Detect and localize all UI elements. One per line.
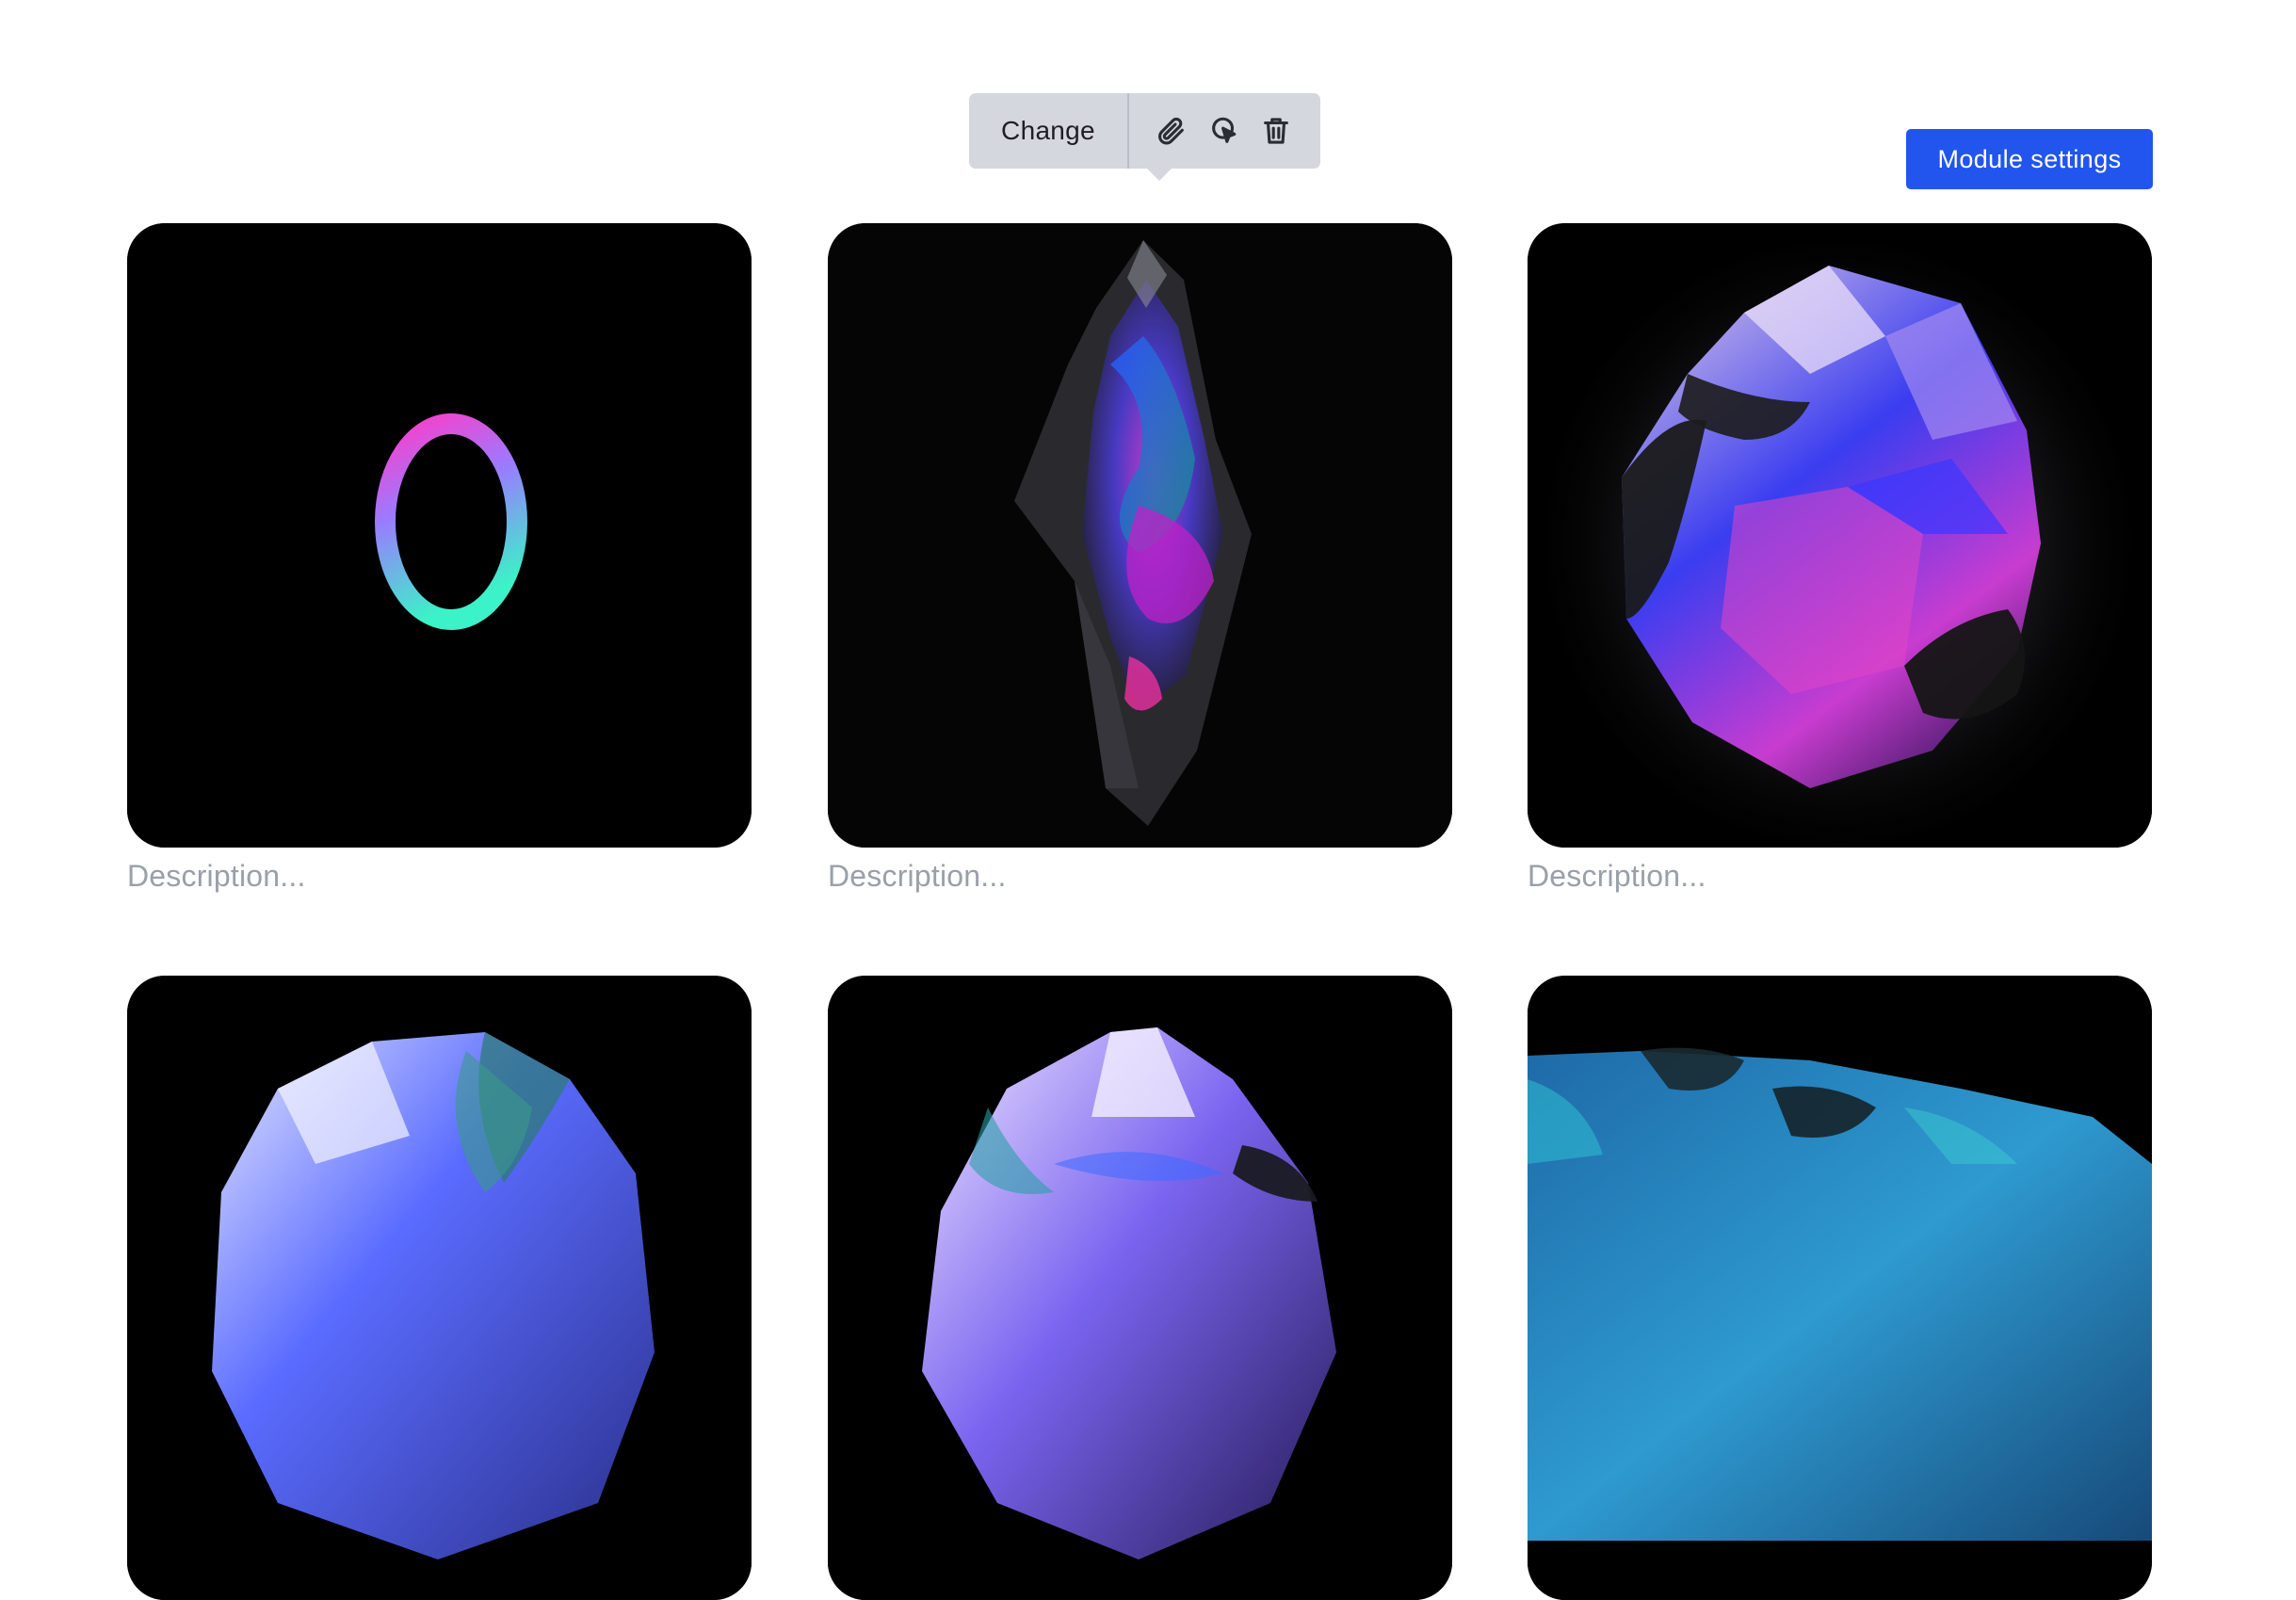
elongated-crystal-image[interactable] — [828, 223, 1452, 848]
description-input[interactable]: Description... — [127, 855, 752, 897]
module-settings-button[interactable]: Module settings — [1906, 129, 2153, 189]
toolbar-icon-group — [1129, 114, 1320, 148]
gallery-card — [127, 976, 752, 1600]
image-toolbar: Change — [969, 93, 1320, 181]
description-input[interactable]: Description... — [828, 855, 1452, 897]
change-image-button[interactable]: Change — [969, 93, 1127, 169]
violet-crystal-image[interactable] — [828, 976, 1452, 1600]
gallery-card: Description... — [1528, 223, 2152, 897]
description-input[interactable]: Description... — [1528, 855, 2152, 897]
gallery-card — [828, 976, 1452, 1600]
faceted-crystal-image[interactable] — [1528, 223, 2152, 848]
paperclip-icon[interactable] — [1155, 114, 1188, 148]
blue-crystal-image[interactable] — [127, 976, 752, 1600]
gallery-card — [1528, 976, 2152, 1600]
trash-icon[interactable] — [1259, 114, 1293, 148]
crop-icon[interactable] — [1207, 114, 1241, 148]
neon-ring-image[interactable] — [127, 223, 752, 848]
teal-crystal-image[interactable] — [1528, 976, 2152, 1600]
gallery-card: Description... — [828, 223, 1452, 897]
gallery-card: Description... — [127, 223, 752, 897]
